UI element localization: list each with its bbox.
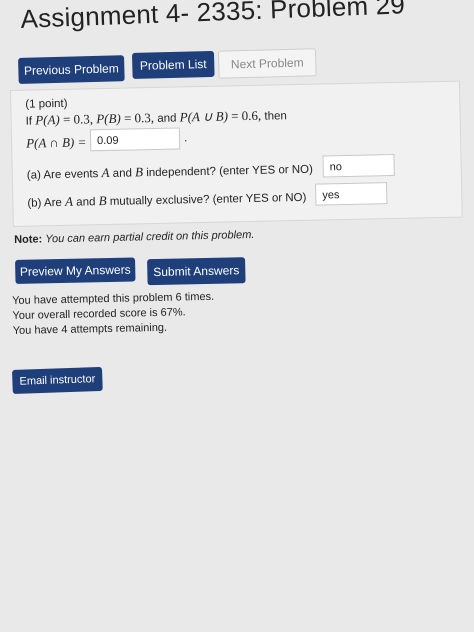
- next-problem-button[interactable]: Next Problem: [217, 48, 317, 79]
- part-b-event-a: A: [64, 193, 74, 209]
- part-b-suffix: mutually exclusive? (enter YES or NO): [109, 191, 307, 208]
- problem-body: (1 point) If P(A) = 0.3, P(B) = 0.3, and…: [10, 80, 463, 227]
- and-word: and: [157, 112, 177, 125]
- preview-answers-button[interactable]: Preview My Answers: [15, 257, 136, 284]
- part-a-question: (a) Are events A and B independent? (ent…: [27, 161, 313, 183]
- part-a-and: and: [112, 167, 133, 180]
- paub-value: = 0.6,: [230, 107, 262, 124]
- page-title: Assignment 4- 2335: Problem 29: [20, 0, 406, 34]
- pb-value: = 0.3,: [123, 109, 155, 126]
- partial-credit-note: Note: You can earn partial credit on thi…: [14, 229, 254, 246]
- if-word: If: [25, 115, 33, 128]
- answer-actions: Preview My Answers Submit Answers: [15, 253, 256, 292]
- part-a-event-a: A: [101, 164, 110, 181]
- part-a-suffix: independent? (enter YES or NO): [146, 163, 314, 180]
- pa-expr: P(A): [35, 111, 60, 128]
- attempt-status: You have attempted this problem 6 times.…: [12, 290, 215, 339]
- attempts-remaining: You have 4 attempts remaining.: [12, 321, 168, 337]
- part-b-question: (b) Are A and B mutually exclusive? (ent…: [27, 189, 306, 211]
- part-a-prefix: (a) Are events: [26, 168, 99, 182]
- note-label: Note:: [14, 233, 43, 246]
- part-b-and: and: [76, 196, 96, 209]
- intersection-row: P(A ∩ B) =: [26, 134, 86, 151]
- email-instructor-button[interactable]: Email instructor: [12, 366, 103, 394]
- part-a-event-b: B: [134, 164, 144, 180]
- previous-problem-button[interactable]: Previous Problem: [18, 55, 125, 84]
- paub-expr: P(A ∪ B): [179, 108, 229, 125]
- then-word: then: [264, 110, 287, 123]
- part-b-answer-input[interactable]: yes: [315, 182, 388, 206]
- problem-nav: Previous Problem Problem List Next Probl…: [18, 48, 329, 86]
- submit-answers-button[interactable]: Submit Answers: [147, 257, 246, 286]
- part-a-answer-input[interactable]: no: [322, 153, 395, 178]
- problem-list-button[interactable]: Problem List: [131, 50, 215, 80]
- part-b-event-b: B: [98, 193, 107, 209]
- note-text: You can earn partial credit on this prob…: [45, 228, 255, 246]
- pb-expr: P(B): [96, 110, 121, 127]
- period: .: [183, 132, 188, 145]
- page: Assignment 4- 2335: Problem 29 Previous …: [0, 0, 474, 632]
- intersection-answer-input[interactable]: 0.09: [89, 127, 181, 152]
- problem-statement: If P(A) = 0.3, P(B) = 0.3, and P(A ∪ B) …: [25, 107, 287, 128]
- part-b-prefix: (b) Are: [27, 196, 63, 210]
- email-instructor-wrapper: Email instructor: [12, 366, 103, 394]
- pa-value: = 0.3,: [62, 111, 94, 127]
- pagb-expr: P(A ∩ B) =: [25, 134, 87, 151]
- points-label: (1 point): [25, 97, 68, 111]
